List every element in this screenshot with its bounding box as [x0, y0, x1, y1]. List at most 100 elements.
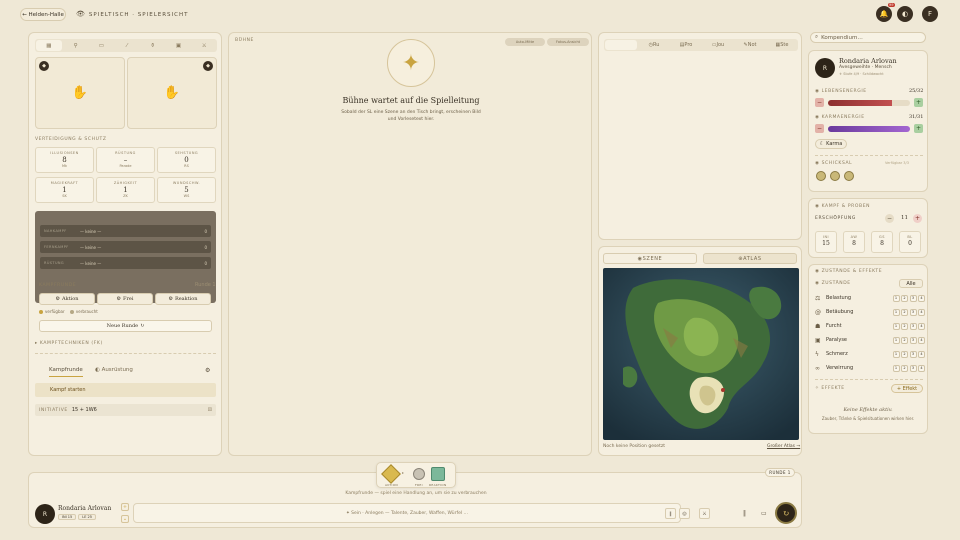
- level-button[interactable]: 4: [918, 308, 925, 316]
- tab-combat-round[interactable]: Kampfrunde: [49, 367, 83, 377]
- free-action-button[interactable]: ⚙ Frei: [97, 293, 153, 305]
- level-button[interactable]: 2: [901, 294, 908, 302]
- auto-center-chip[interactable]: Auto-Mitte: [505, 38, 545, 46]
- level-button[interactable]: 1: [892, 364, 900, 372]
- tab-profile[interactable]: ⚲: [63, 39, 89, 52]
- character-avatar[interactable]: R: [815, 58, 835, 78]
- level-button[interactable]: 4: [918, 294, 925, 302]
- condition-row[interactable]: ϟ Schmerz 1234: [815, 348, 925, 360]
- back-button[interactable]: ← Helden-Halle: [20, 8, 66, 21]
- level-button[interactable]: 1: [892, 322, 900, 330]
- tab-atlas[interactable]: ⊕ ATLAS: [703, 253, 797, 264]
- gear-slot-ranged[interactable]: FERNKAMPF — keine — 0: [40, 241, 211, 253]
- fate-link[interactable]: Verfügbar 3/3: [885, 161, 909, 165]
- level-button[interactable]: 2: [901, 322, 908, 330]
- dock-avatar[interactable]: R: [35, 504, 55, 524]
- fate-coin[interactable]: [830, 171, 840, 181]
- tab-book[interactable]: ▭: [88, 39, 114, 52]
- fate-coin[interactable]: [816, 171, 826, 181]
- tab-overview[interactable]: ▦: [36, 40, 62, 51]
- pause-button[interactable]: ‖: [743, 510, 746, 517]
- settings-gear-icon[interactable]: ⚙: [205, 367, 210, 374]
- karma-plus-button[interactable]: +: [914, 124, 923, 133]
- level-button[interactable]: 4: [918, 364, 925, 372]
- karma-minus-button[interactable]: −: [815, 124, 824, 133]
- conditions-all-button[interactable]: Alle: [899, 279, 923, 288]
- tab-notes-not[interactable]: ✎ Not: [734, 39, 766, 51]
- sword-icon[interactable]: ⚔: [699, 508, 710, 519]
- level-button[interactable]: 3: [909, 294, 917, 302]
- condition-row[interactable]: ∞ Verwirrung 1234: [815, 362, 925, 374]
- level-button[interactable]: 1: [892, 294, 900, 302]
- world-map-image[interactable]: [603, 268, 799, 440]
- action-button[interactable]: ⚙ Aktion: [39, 293, 95, 305]
- level-button[interactable]: 3: [909, 350, 917, 358]
- life-minus-button[interactable]: −: [815, 98, 824, 107]
- larger-atlas-link[interactable]: Großer Atlas →: [767, 444, 800, 449]
- condition-row[interactable]: ▣ Paralyse 1234: [815, 334, 925, 346]
- reaction-cube-icon[interactable]: [431, 467, 445, 481]
- chevron-down-icon[interactable]: ⌄: [121, 515, 129, 523]
- bolt-icon: ϟ: [815, 350, 819, 358]
- level-button[interactable]: 3: [909, 336, 917, 344]
- swirl-icon: ∞: [815, 364, 820, 372]
- notifications-button[interactable]: 🔔 99: [876, 3, 895, 22]
- focus-view-chip[interactable]: Fokus-Ansicht: [547, 38, 589, 46]
- karma-button[interactable]: ☾ Karma: [815, 139, 847, 149]
- tab-notes-pro[interactable]: ▤ Pro: [670, 39, 702, 51]
- level-button[interactable]: 3: [909, 322, 917, 330]
- level-button[interactable]: 4: [918, 350, 925, 358]
- level-button[interactable]: 4: [918, 336, 925, 344]
- level-button[interactable]: 1: [892, 308, 900, 316]
- gear-slot-armor[interactable]: RÜSTUNG — keine — 0: [40, 257, 211, 269]
- new-round-button[interactable]: Neue Runde ↻: [39, 320, 212, 332]
- command-input[interactable]: ✦ Sein · Anlegen — Talente, Zauber, Waff…: [133, 503, 681, 523]
- dice-icon[interactable]: ⚄: [208, 407, 212, 413]
- level-button[interactable]: 3: [909, 364, 917, 372]
- pause-icon[interactable]: ‖: [665, 508, 676, 519]
- right-hand-slot[interactable]: ◆ ✋: [127, 57, 217, 129]
- add-effect-button[interactable]: + Effekt: [891, 384, 923, 393]
- condition-row[interactable]: ☗ Furcht 1234: [815, 320, 925, 332]
- gear-slot-melee[interactable]: NAHKAMPF — keine — 0: [40, 225, 211, 237]
- level-button[interactable]: 2: [901, 308, 908, 316]
- tab-notes-jou[interactable]: ▭ Jou: [702, 39, 734, 51]
- life-plus-button[interactable]: +: [914, 98, 923, 107]
- tab-inventory[interactable]: ▣: [166, 39, 192, 52]
- fate-coin[interactable]: [844, 171, 854, 181]
- end-turn-button[interactable]: ↻: [775, 502, 797, 524]
- level-button[interactable]: 2: [901, 364, 908, 372]
- plus-icon[interactable]: +: [121, 503, 129, 511]
- swirl-icon[interactable]: ◎: [679, 508, 690, 519]
- tab-combat[interactable]: ⚔: [191, 39, 217, 52]
- level-button[interactable]: 1: [892, 350, 900, 358]
- condition-row[interactable]: @ Betäubung 1234: [815, 306, 925, 318]
- free-circle-icon[interactable]: [413, 468, 425, 480]
- level-button[interactable]: 2: [901, 336, 908, 344]
- level-button[interactable]: 3: [909, 308, 917, 316]
- compendium-search[interactable]: ⌕ Kompendium…: [810, 32, 926, 43]
- exhaustion-plus-button[interactable]: +: [913, 214, 922, 223]
- round-counter-button[interactable]: RUNDE 1: [765, 468, 795, 477]
- tab-magic[interactable]: ⁄: [114, 39, 140, 52]
- left-hand-slot[interactable]: ◆ ✋: [35, 57, 125, 129]
- level-button[interactable]: 1: [892, 336, 900, 344]
- tab-equipment[interactable]: ◐ Ausrüstung: [95, 367, 133, 373]
- level-button[interactable]: 4: [918, 322, 925, 330]
- tab-notes-home[interactable]: [605, 40, 637, 50]
- condition-row[interactable]: ⚖ Belastung 1234: [815, 292, 925, 304]
- techniques-toggle[interactable]: ▸ KAMPFTECHNIKEN (FK): [35, 341, 103, 346]
- reaction-button[interactable]: ⚙ Reaktion: [155, 293, 211, 305]
- level-button[interactable]: 2: [901, 350, 908, 358]
- theme-toggle-button[interactable]: ◐: [897, 6, 913, 22]
- user-avatar[interactable]: F: [922, 6, 938, 22]
- legend-available: verfügbar: [45, 309, 65, 314]
- tab-scene[interactable]: ◉ SZENE: [603, 253, 697, 264]
- tab-notes-ste[interactable]: ▦ Ste: [766, 39, 798, 51]
- screen-icon[interactable]: ▭: [761, 510, 767, 517]
- start-combat-button[interactable]: Kampf starten: [35, 383, 216, 397]
- action-diamond-icon[interactable]: [381, 464, 401, 484]
- tab-notes-ru[interactable]: ◷ Ru: [638, 39, 670, 51]
- exhaustion-minus-button[interactable]: −: [885, 214, 894, 223]
- tab-potions[interactable]: ⚱: [140, 39, 166, 52]
